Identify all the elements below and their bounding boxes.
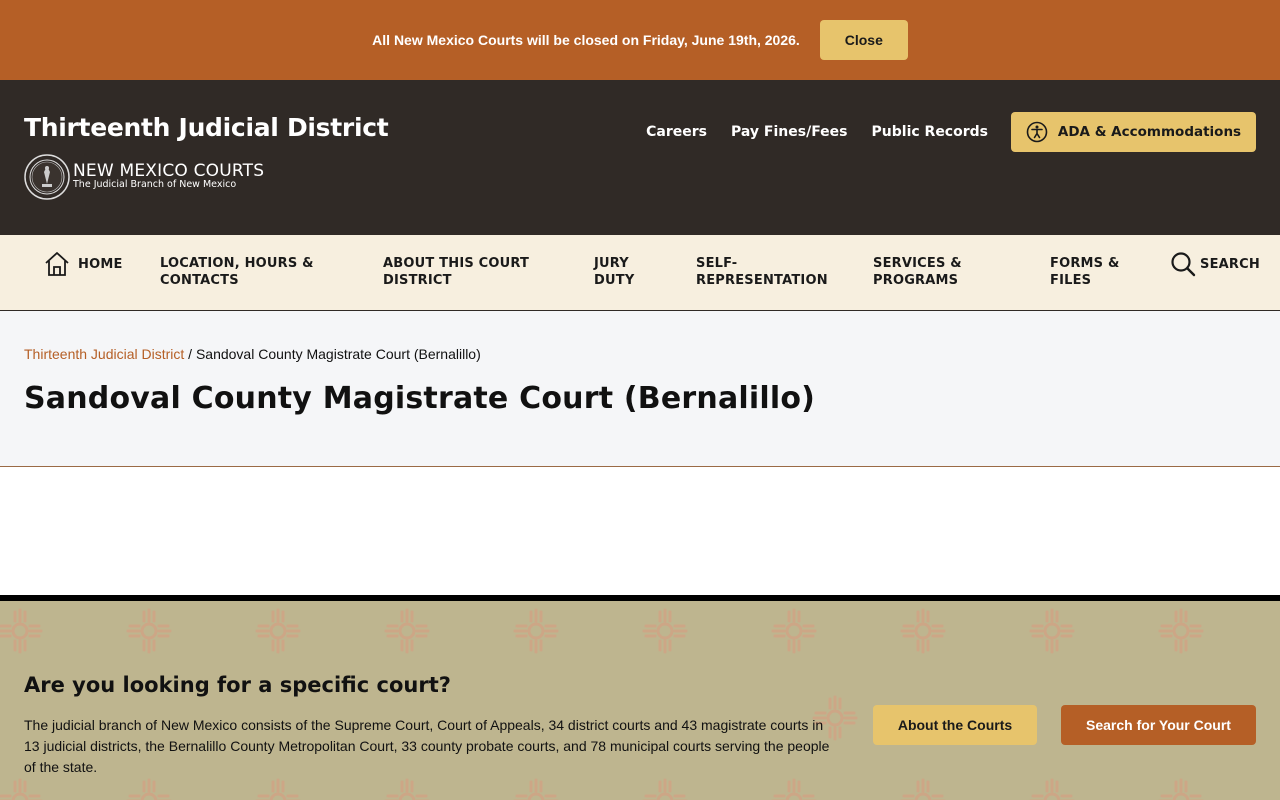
nav-location-hours-contacts[interactable]: LOCATION, HOURS & CONTACTS <box>160 255 335 289</box>
breadcrumb-current: Sandoval County Magistrate Court (Bernal… <box>195 346 481 362</box>
main-nav: HOME LOCATION, HOURS & CONTACTS ABOUT TH… <box>0 235 1280 311</box>
page-title: Sandoval County Magistrate Court (Bernal… <box>24 381 816 416</box>
about-the-courts-button[interactable]: About the Courts <box>873 705 1037 745</box>
callout-body: The judicial branch of New Mexico consis… <box>24 717 830 775</box>
nm-courts-logo[interactable]: NEW MEXICO COURTS The Judicial Branch of… <box>24 154 264 200</box>
home-icon <box>45 252 69 276</box>
logo-main-text: NEW MEXICO COURTS <box>73 161 265 181</box>
alert-close-button[interactable]: Close <box>819 20 908 60</box>
nav-self-representation[interactable]: SELF-REPRESENTATION <box>696 255 831 289</box>
site-header: Thirteenth Judicial District NEW MEXICO … <box>0 80 1280 235</box>
logo-sub-text: The Judicial Branch of New Mexico <box>73 179 237 190</box>
page-header: Thirteenth Judicial District / Sandoval … <box>0 311 1280 467</box>
nav-services-programs[interactable]: SERVICES & PROGRAMS <box>873 255 993 289</box>
site-title[interactable]: Thirteenth Judicial District <box>24 113 389 142</box>
nav-search-label: SEARCH <box>1200 256 1260 272</box>
breadcrumb: Thirteenth Judicial District / Sandoval … <box>24 346 481 362</box>
alert-banner: All New Mexico Courts will be closed on … <box>0 0 1280 80</box>
utility-nav: Careers Pay Fines/Fees Public Records <box>646 124 988 140</box>
nav-jury-duty[interactable]: JURY DUTY <box>594 255 654 289</box>
alert-message: All New Mexico Courts will be closed on … <box>372 32 800 48</box>
accessibility-icon <box>1026 121 1048 143</box>
find-court-callout: Are you looking for a specific court? Th… <box>0 595 1280 800</box>
search-icon <box>1171 252 1196 277</box>
court-seal-icon <box>24 154 70 200</box>
callout-title: Are you looking for a specific court? <box>24 673 451 697</box>
nav-search[interactable]: SEARCH <box>1170 251 1260 277</box>
search-for-your-court-button[interactable]: Search for Your Court <box>1061 705 1256 745</box>
nav-home-label: HOME <box>78 256 123 272</box>
logo-text: NEW MEXICO COURTS The Judicial Branch of… <box>73 163 264 191</box>
public-records-link[interactable]: Public Records <box>872 124 988 140</box>
ada-accommodations-button[interactable]: ADA & Accommodations <box>1011 112 1256 152</box>
breadcrumb-parent-link[interactable]: Thirteenth Judicial District <box>24 346 184 362</box>
pay-fines-link[interactable]: Pay Fines/Fees <box>731 124 848 140</box>
nav-about-this-court-district[interactable]: ABOUT THIS COURT DISTRICT <box>383 255 553 289</box>
nav-forms-files[interactable]: FORMS & FILES <box>1050 255 1145 289</box>
careers-link[interactable]: Careers <box>646 124 707 140</box>
ada-label: ADA & Accommodations <box>1057 124 1242 140</box>
nav-home[interactable]: HOME <box>44 251 123 277</box>
breadcrumb-separator: / <box>188 346 193 362</box>
